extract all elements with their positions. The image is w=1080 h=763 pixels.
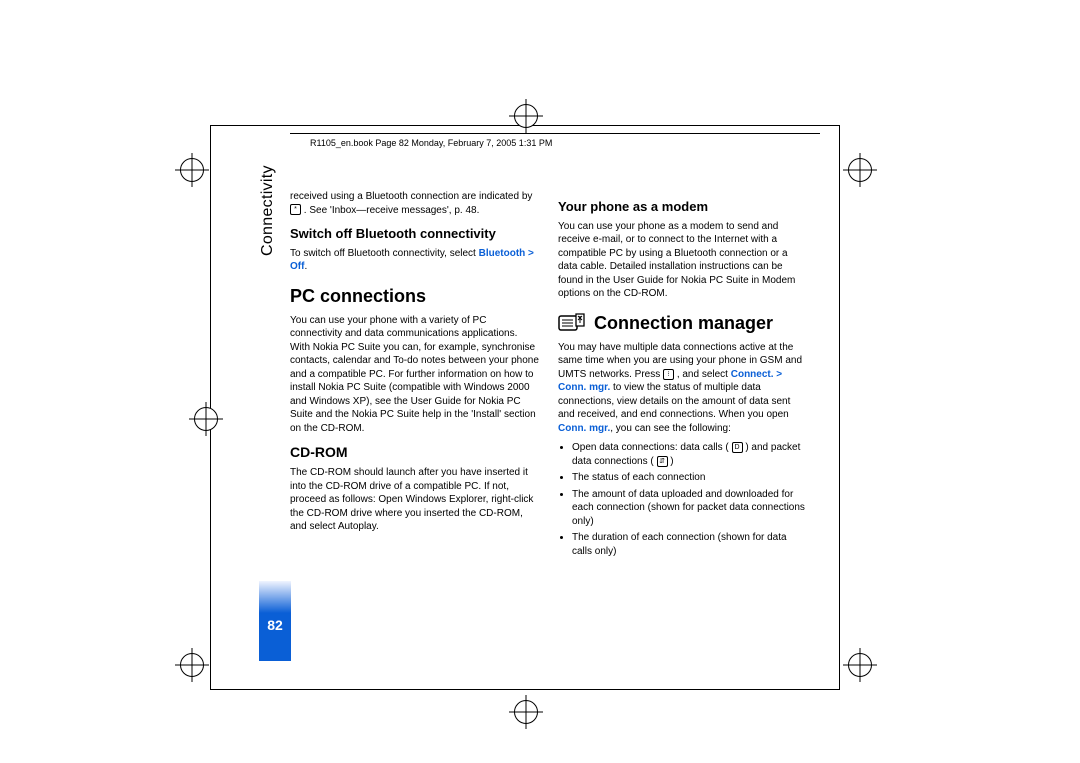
connection-manager-icon [558, 311, 586, 335]
left-column: received using a Bluetooth connection ar… [290, 190, 540, 561]
crop-mark-icon [848, 158, 872, 182]
body-text: You can use your phone as a modem to sen… [558, 220, 808, 301]
heading-cdrom: CD-ROM [290, 443, 540, 462]
list-item: The status of each connection [572, 471, 808, 485]
crop-mark-icon [514, 700, 538, 724]
ui-path: Conn. mgr. [558, 423, 610, 434]
header-meta: R1105_en.book Page 82 Monday, February 7… [310, 138, 552, 148]
crop-mark-icon [180, 158, 204, 182]
page-number: 82 [259, 581, 291, 661]
crop-mark-icon [180, 653, 204, 677]
crop-mark-icon [514, 104, 538, 128]
body-text: The CD-ROM should launch after you have … [290, 466, 540, 534]
content-area: received using a Bluetooth connection ar… [290, 190, 812, 561]
body-text: received using a Bluetooth connection ar… [290, 190, 540, 217]
crop-mark-icon [848, 653, 872, 677]
header-rule [290, 133, 820, 134]
list-item: The amount of data uploaded and download… [572, 488, 808, 529]
body-text: You may have multiple data connections a… [558, 341, 808, 436]
bluetooth-msg-icon: * [290, 204, 301, 215]
data-call-icon: D [732, 442, 743, 453]
heading-connection-manager-row: Connection manager [558, 311, 808, 335]
bullet-list: Open data connections: data calls ( D ) … [558, 441, 808, 558]
body-text: To switch off Bluetooth connectivity, se… [290, 247, 540, 274]
crop-mark-icon [194, 407, 218, 431]
heading-switch-bluetooth: Switch off Bluetooth connectivity [290, 225, 540, 243]
menu-key-icon: ⁝ [663, 369, 674, 380]
heading-phone-modem: Your phone as a modem [558, 198, 808, 216]
right-column: Your phone as a modem You can use your p… [558, 190, 808, 561]
heading-pc-connections: PC connections [290, 284, 540, 308]
packet-data-icon: ⇵ [657, 456, 668, 467]
section-side-label: Connectivity [259, 165, 277, 256]
body-text: You can use your phone with a variety of… [290, 314, 540, 436]
list-item: The duration of each connection (shown f… [572, 531, 808, 558]
list-item: Open data connections: data calls ( D ) … [572, 441, 808, 468]
heading-connection-manager: Connection manager [594, 311, 773, 335]
